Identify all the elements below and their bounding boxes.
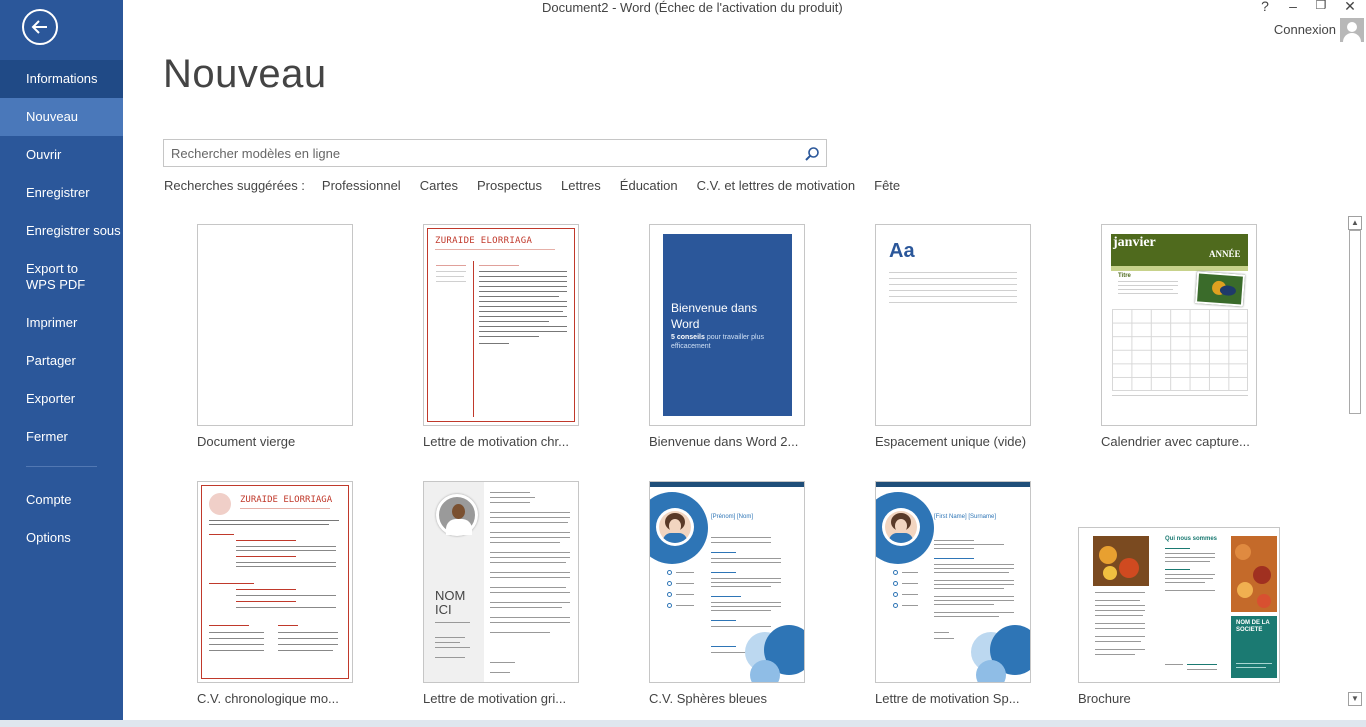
thumb-name: NOM ICI — [435, 588, 466, 617]
thumb-aa: Aa — [889, 240, 915, 262]
template-label: Document vierge — [197, 434, 296, 449]
avatar-icon[interactable] — [1340, 18, 1364, 42]
template-label: Brochure — [1078, 691, 1131, 706]
template-thumbnail: ZURAIDE ELORRIAGA — [423, 224, 579, 426]
template-single-spaced[interactable]: Aa Espacement unique (vide) — [875, 224, 1075, 454]
nav-enregistrer[interactable]: Enregistrer — [0, 174, 123, 212]
back-arrow-icon — [31, 20, 47, 34]
back-button[interactable] — [22, 9, 58, 45]
template-label: C.V. Sphères bleues — [649, 691, 768, 706]
suggestion-cartes[interactable]: Cartes — [420, 178, 458, 193]
template-label: Lettre de motivation gri... — [423, 691, 567, 706]
backstage-sidebar: Informations Nouveau Ouvrir Enregistrer … — [0, 0, 123, 727]
nav-divider — [26, 466, 97, 467]
template-label: Espacement unique (vide) — [875, 434, 1027, 449]
nav-imprimer[interactable]: Imprimer — [0, 304, 123, 342]
thumb-name: ZURAIDE ELORRIAGA — [435, 236, 533, 246]
thumb-company: NOM DE LA SOCIETE — [1236, 620, 1270, 633]
template-search-input[interactable] — [171, 144, 791, 162]
template-calendar[interactable]: janvier ANNÉE Titre Calendrier avec capt… — [1101, 224, 1301, 454]
template-chrono-cover-letter[interactable]: ZURAIDE ELORRIAGA Lettre de motivation c… — [423, 224, 623, 454]
vertical-scrollbar[interactable]: ▲ ▼ — [1347, 214, 1363, 708]
template-thumbnail: janvier ANNÉE Titre — [1101, 224, 1257, 426]
page-title: Nouveau — [163, 52, 327, 96]
thumb-name: [Prénom] [Nom] — [711, 514, 754, 520]
template-thumbnail: Qui nous sommes NOM DE LA SOCIETE — [1078, 527, 1280, 683]
suggestion-professionnel[interactable]: Professionnel — [322, 178, 401, 193]
thumb-brochure-title: Qui nous sommes — [1165, 536, 1218, 542]
template-thumbnail: Aa — [875, 224, 1031, 426]
nav-ouvrir[interactable]: Ouvrir — [0, 136, 123, 174]
template-thumbnail: ZURAIDE ELORRIAGA — [197, 481, 353, 683]
thumb-name: ZURAIDE ELORRIAGA — [240, 495, 333, 505]
template-thumbnail: [First Name] [Surname] — [875, 481, 1031, 683]
search-icon[interactable] — [804, 146, 820, 162]
template-thumbnail — [197, 224, 353, 426]
nav-export-wps-pdf[interactable]: Export to WPS PDF — [0, 250, 110, 304]
nav-compte[interactable]: Compte — [0, 481, 123, 519]
window-title: Document2 - Word (Échec de l'activation … — [542, 0, 843, 15]
thumb-month: janvier — [1113, 235, 1156, 250]
template-chrono-resume[interactable]: ZURAIDE ELORRIAGA C.V. chronologique mo.… — [197, 481, 397, 711]
template-search-box — [163, 139, 827, 167]
thumb-cal-title: Titre — [1118, 273, 1131, 279]
template-blank-document[interactable]: Document vierge — [197, 224, 397, 454]
template-label: Calendrier avec capture... — [1101, 434, 1250, 449]
suggestion-cv-lettres[interactable]: C.V. et lettres de motivation — [697, 178, 856, 193]
scrollbar-thumb[interactable] — [1349, 230, 1361, 414]
template-spheres-cover-letter[interactable]: [First Name] [Surname] Lettre de motivat… — [875, 481, 1075, 711]
template-label: Bienvenue dans Word 2... — [649, 434, 799, 449]
template-thumbnail: NOM ICI — [423, 481, 579, 683]
backstage-nav: Informations Nouveau Ouvrir Enregistrer … — [0, 60, 123, 557]
template-brochure[interactable]: Qui nous sommes NOM DE LA SOCIETE Brochu… — [1078, 527, 1280, 711]
template-grey-cover-letter[interactable]: NOM ICI Lettre de motivation gri... — [423, 481, 623, 711]
nav-fermer[interactable]: Fermer — [0, 418, 123, 456]
signin-link[interactable]: Connexion — [1274, 22, 1336, 37]
thumb-subtitle: 5 conseils pour travailler plus efficace… — [671, 334, 765, 350]
template-label: Lettre de motivation Sp... — [875, 691, 1020, 706]
thumb-year: ANNÉE — [1209, 249, 1241, 259]
bottom-edge — [0, 720, 1366, 727]
minimize-button[interactable]: – — [1283, 0, 1303, 14]
thumb-title: Bienvenue dans Word — [671, 301, 758, 331]
scroll-up-icon[interactable]: ▲ — [1348, 216, 1362, 230]
template-blue-spheres-resume[interactable]: [Prénom] [Nom] C.V. Sphères bleues — [649, 481, 849, 711]
nav-nouveau[interactable]: Nouveau — [0, 98, 123, 136]
title-bar: Document2 - Word (Échec de l'activation … — [123, 0, 1366, 16]
suggested-label: Recherches suggérées : — [164, 178, 305, 193]
thumb-name: [First Name] [Surname] — [934, 514, 997, 520]
template-label: Lettre de motivation chr... — [423, 434, 569, 449]
restore-button[interactable]: ❐ — [1311, 0, 1331, 12]
template-thumbnail: [Prénom] [Nom] — [649, 481, 805, 683]
template-welcome-word[interactable]: Bienvenue dans Word 5 conseils pour trav… — [649, 224, 849, 454]
nav-options[interactable]: Options — [0, 519, 123, 557]
help-button[interactable]: ? — [1255, 0, 1275, 14]
suggested-searches: Recherches suggérées : Professionnel Carte… — [164, 178, 919, 193]
nav-exporter[interactable]: Exporter — [0, 380, 123, 418]
scroll-down-icon[interactable]: ▼ — [1348, 692, 1362, 706]
nav-partager[interactable]: Partager — [0, 342, 123, 380]
suggestion-lettres[interactable]: Lettres — [561, 178, 601, 193]
suggestion-prospectus[interactable]: Prospectus — [477, 178, 542, 193]
suggestion-education[interactable]: Éducation — [620, 178, 678, 193]
nav-enregistrer-sous[interactable]: Enregistrer sous — [0, 212, 123, 250]
close-button[interactable]: ✕ — [1340, 0, 1360, 15]
suggestion-fete[interactable]: Fête — [874, 178, 900, 193]
template-label: C.V. chronologique mo... — [197, 691, 339, 706]
template-thumbnail: Bienvenue dans Word 5 conseils pour trav… — [649, 224, 805, 426]
nav-informations[interactable]: Informations — [0, 60, 123, 98]
